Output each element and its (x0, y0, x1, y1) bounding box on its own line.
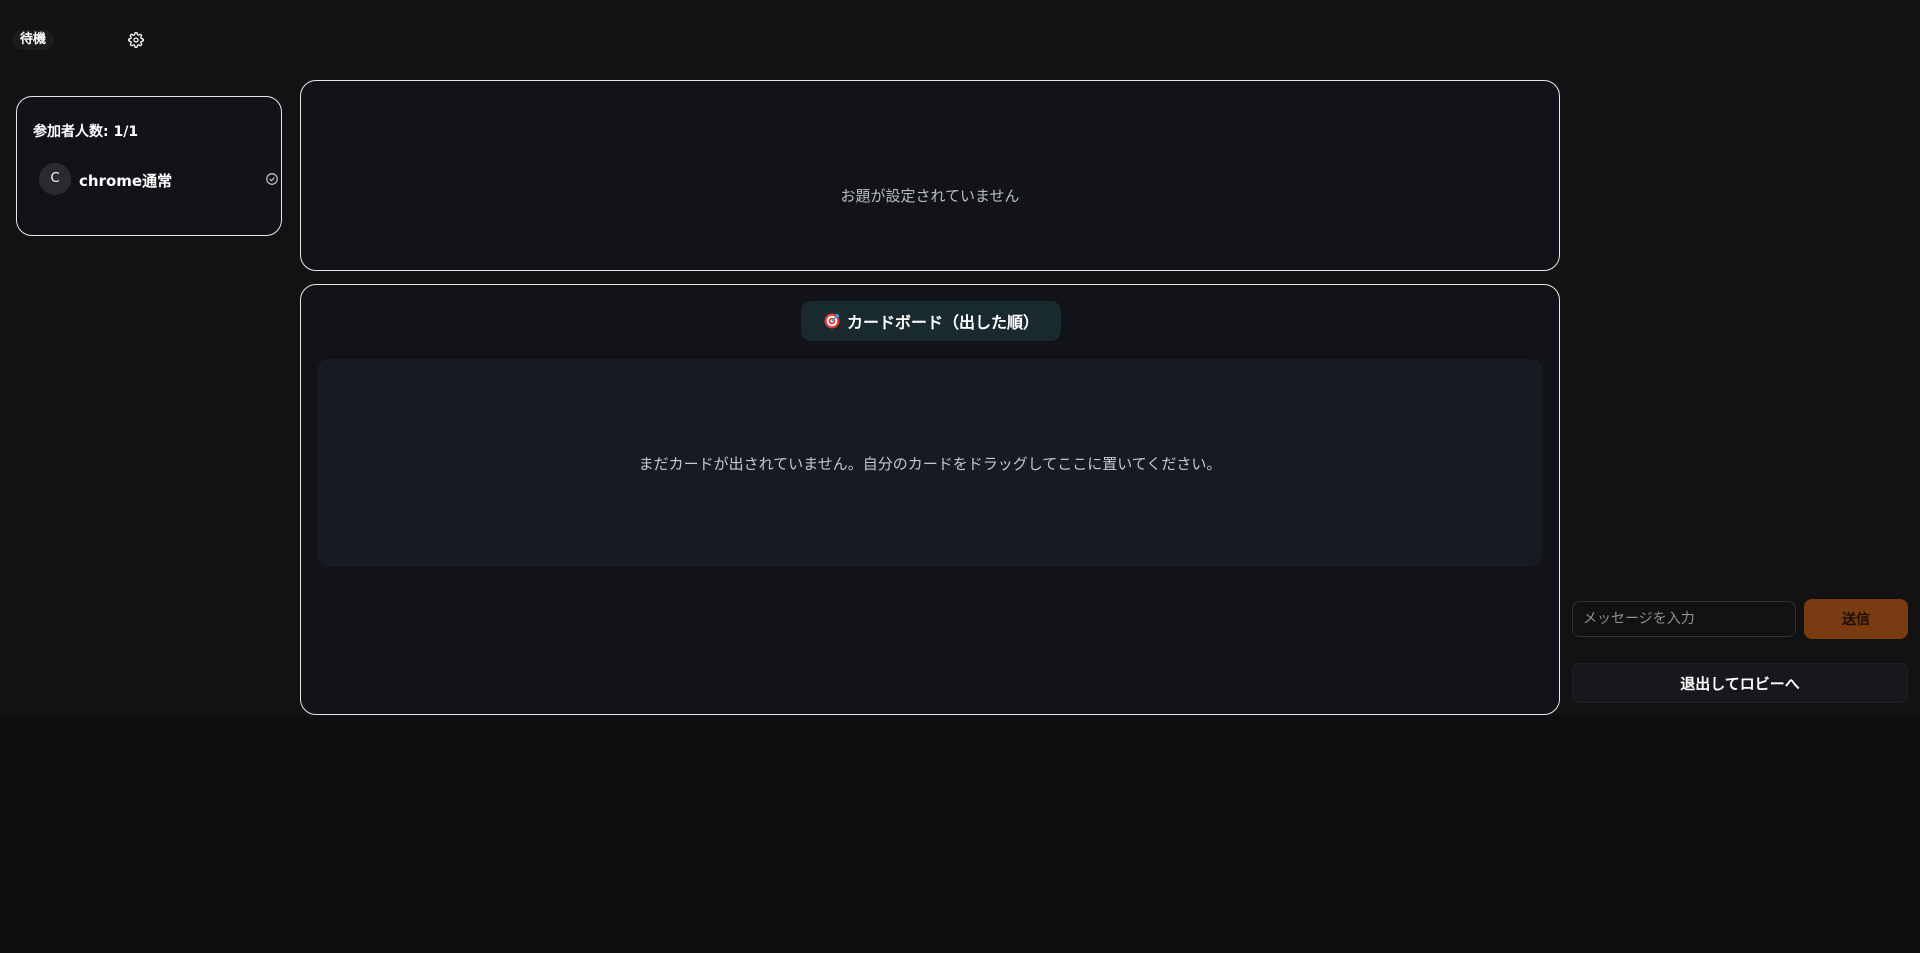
participant-row: C chrome通常 (39, 163, 279, 195)
game-room: 待機 参加者人数: 1/1 C chrome通常 お題が設定されていません カー… (0, 0, 1920, 715)
drop-zone-empty-message: まだカードが出されていません。自分のカードをドラッグしてここに置いてください。 (638, 455, 1222, 473)
message-input[interactable] (1572, 601, 1796, 637)
participants-count: 参加者人数: 1/1 (33, 124, 139, 140)
topic-panel: お題が設定されていません (300, 80, 1560, 271)
status-badge: 待機 (12, 30, 55, 50)
leave-to-lobby-button[interactable]: 退出してロビーへ (1572, 663, 1908, 703)
card-board-panel: カードボード（出した順） まだカードが出されていません。自分のカードをドラッグし… (300, 284, 1560, 715)
check-circle-icon (266, 173, 278, 185)
gear-icon (128, 32, 144, 48)
settings-button[interactable] (124, 28, 148, 52)
card-drop-zone[interactable]: まだカードが出されていません。自分のカードをドラッグしてここに置いてください。 (317, 359, 1543, 567)
avatar: C (39, 163, 71, 195)
send-button[interactable]: 送信 (1804, 599, 1908, 639)
card-board-title-text: カードボード（出した順） (846, 313, 1039, 332)
participants-panel: 参加者人数: 1/1 C chrome通常 (16, 96, 282, 236)
page: 待機 参加者人数: 1/1 C chrome通常 お題が設定されていません カー… (0, 0, 1920, 953)
participant-name: chrome通常 (79, 172, 173, 190)
card-board-title: カードボード（出した順） (801, 301, 1061, 341)
target-icon (824, 313, 840, 329)
topic-empty-message: お題が設定されていません (840, 187, 1020, 205)
